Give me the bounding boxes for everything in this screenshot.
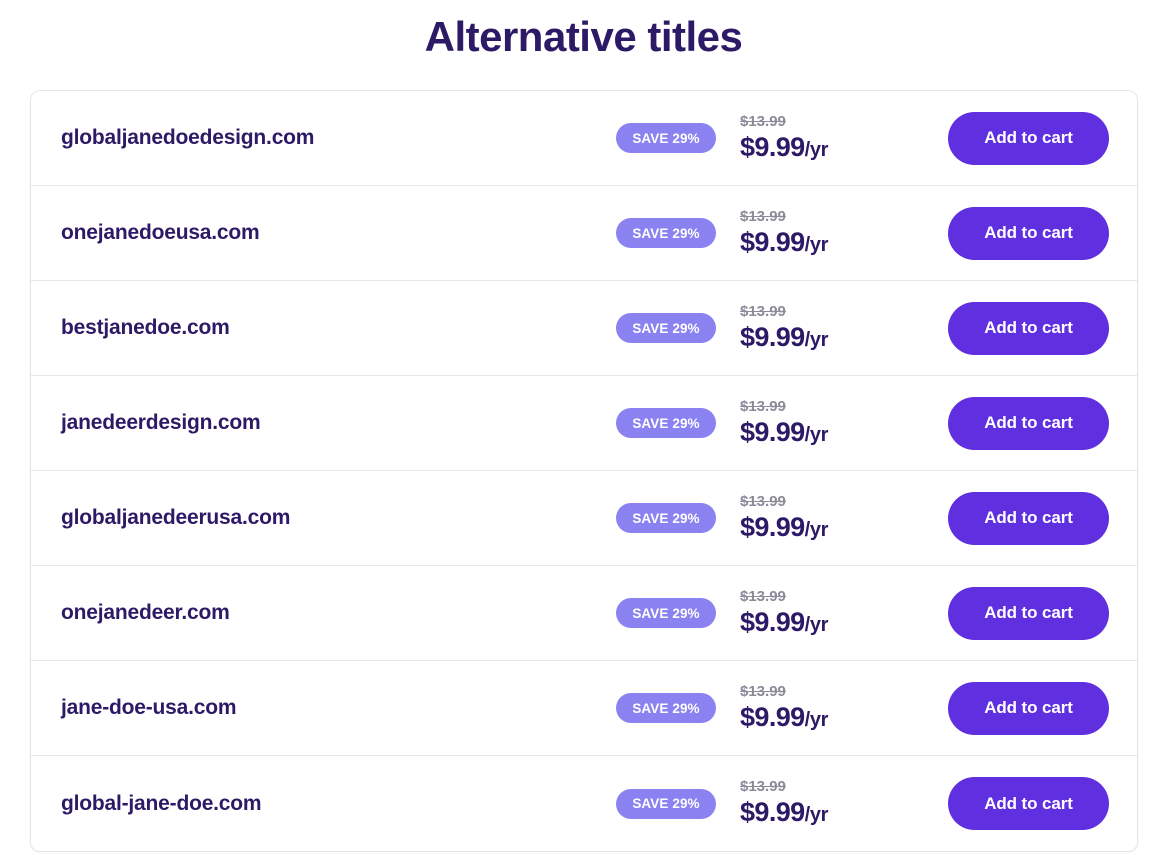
domain-name[interactable]: jane-doe-usa.com — [59, 696, 616, 720]
add-to-cart-button[interactable]: Add to cart — [948, 301, 1109, 355]
domain-name[interactable]: global-jane-doe.com — [59, 792, 616, 816]
status-badge: SAVE 29% — [616, 598, 716, 628]
original-price: $13.99 — [740, 302, 786, 320]
domain-name[interactable]: onejanedoeusa.com — [59, 221, 616, 245]
price-block: $13.99 $9.99/yr — [738, 777, 860, 830]
current-price: $9.99/yr — [740, 512, 828, 545]
add-to-cart-button[interactable]: Add to cart — [948, 777, 1109, 830]
price-amount: $9.99 — [740, 511, 805, 542]
price-period: /yr — [804, 233, 829, 256]
status-badge: SAVE 29% — [616, 218, 716, 248]
price-block: $13.99 $9.99/yr — [738, 397, 860, 450]
price-period: /yr — [804, 423, 829, 446]
current-price: $9.99/yr — [740, 607, 828, 640]
price-amount: $9.99 — [740, 131, 805, 162]
current-price: $9.99/yr — [740, 132, 828, 165]
status-badge: SAVE 29% — [616, 408, 716, 438]
domain-name[interactable]: bestjanedoe.com — [59, 316, 616, 340]
original-price: $13.99 — [740, 112, 786, 130]
original-price: $13.99 — [740, 492, 786, 510]
price-block: $13.99 $9.99/yr — [738, 587, 860, 640]
domain-name[interactable]: globaljanedoedesign.com — [59, 126, 616, 150]
original-price: $13.99 — [740, 587, 786, 605]
price-period: /yr — [804, 804, 829, 826]
status-badge: SAVE 29% — [616, 313, 716, 343]
table-row: jane-doe-usa.com SAVE 29% $13.99 $9.99/yr Ad… — [31, 661, 1137, 756]
domain-name[interactable]: janedeerdesign.com — [59, 411, 616, 435]
price-amount: $9.99 — [740, 797, 805, 827]
add-to-cart-button[interactable]: Add to cart — [948, 681, 1109, 735]
current-price: $9.99/yr — [740, 702, 828, 735]
alternative-domains-card: globaljanedoedesign.com SAVE 29% $13.99 $9.… — [30, 90, 1138, 852]
price-period: /yr — [804, 613, 829, 636]
price-period: /yr — [804, 138, 829, 161]
price-block: $13.99 $9.99/yr — [738, 492, 860, 545]
price-amount: $9.99 — [740, 321, 805, 352]
price-block: $13.99 $9.99/yr — [738, 112, 860, 165]
add-to-cart-button[interactable]: Add to cart — [948, 491, 1109, 545]
status-badge: SAVE 29% — [616, 123, 716, 153]
add-to-cart-button[interactable]: Add to cart — [948, 111, 1109, 165]
add-to-cart-button[interactable]: Add to cart — [948, 396, 1109, 450]
price-amount: $9.99 — [740, 701, 805, 732]
domain-name[interactable]: globaljanedeerusa.com — [59, 506, 616, 530]
original-price: $13.99 — [740, 397, 786, 415]
original-price: $13.99 — [740, 207, 786, 225]
table-row: globaljanedeerusa.com SAVE 29% $13.99 $9.99… — [31, 471, 1137, 566]
alternative-titles-page: Alternative titles globaljanedoedesign.c… — [0, 0, 1167, 855]
status-badge: SAVE 29% — [616, 788, 716, 819]
table-row: globaljanedoedesign.com SAVE 29% $13.99 $9.… — [31, 91, 1137, 186]
price-period: /yr — [804, 518, 829, 541]
original-price: $13.99 — [740, 778, 786, 795]
price-block: $13.99 $9.99/yr — [738, 207, 860, 260]
page-title: Alternative titles — [424, 13, 743, 60]
status-badge: SAVE 29% — [616, 693, 716, 723]
price-block: $13.99 $9.99/yr — [738, 302, 860, 355]
price-period: /yr — [804, 708, 829, 731]
domain-name[interactable]: onejanedeer.com — [59, 601, 616, 625]
price-block: $13.99 $9.99/yr — [738, 682, 860, 735]
table-row: onejanedeer.com SAVE 29% $13.99 $9.99/yr Add… — [31, 566, 1137, 661]
table-row: janedeerdesign.com SAVE 29% $13.99 $9.99/yr… — [31, 376, 1137, 471]
price-amount: $9.99 — [740, 606, 805, 637]
current-price: $9.99/yr — [740, 322, 828, 355]
original-price: $13.99 — [740, 682, 786, 700]
add-to-cart-button[interactable]: Add to cart — [948, 206, 1109, 260]
current-price: $9.99/yr — [740, 417, 828, 450]
price-amount: $9.99 — [740, 416, 805, 447]
current-price: $9.99/yr — [740, 227, 828, 260]
table-row: global-jane-doe.com SAVE 29% $13.99 $9.99/y… — [31, 756, 1137, 851]
table-row: bestjanedoe.com SAVE 29% $13.99 $9.99/yr Add… — [31, 281, 1137, 376]
price-period: /yr — [804, 328, 829, 351]
current-price: $9.99/yr — [740, 797, 828, 830]
add-to-cart-button[interactable]: Add to cart — [948, 586, 1109, 640]
table-row: onejanedoeusa.com SAVE 29% $13.99 $9.99/yr A… — [31, 186, 1137, 281]
status-badge: SAVE 29% — [616, 503, 716, 533]
price-amount: $9.99 — [740, 226, 805, 257]
